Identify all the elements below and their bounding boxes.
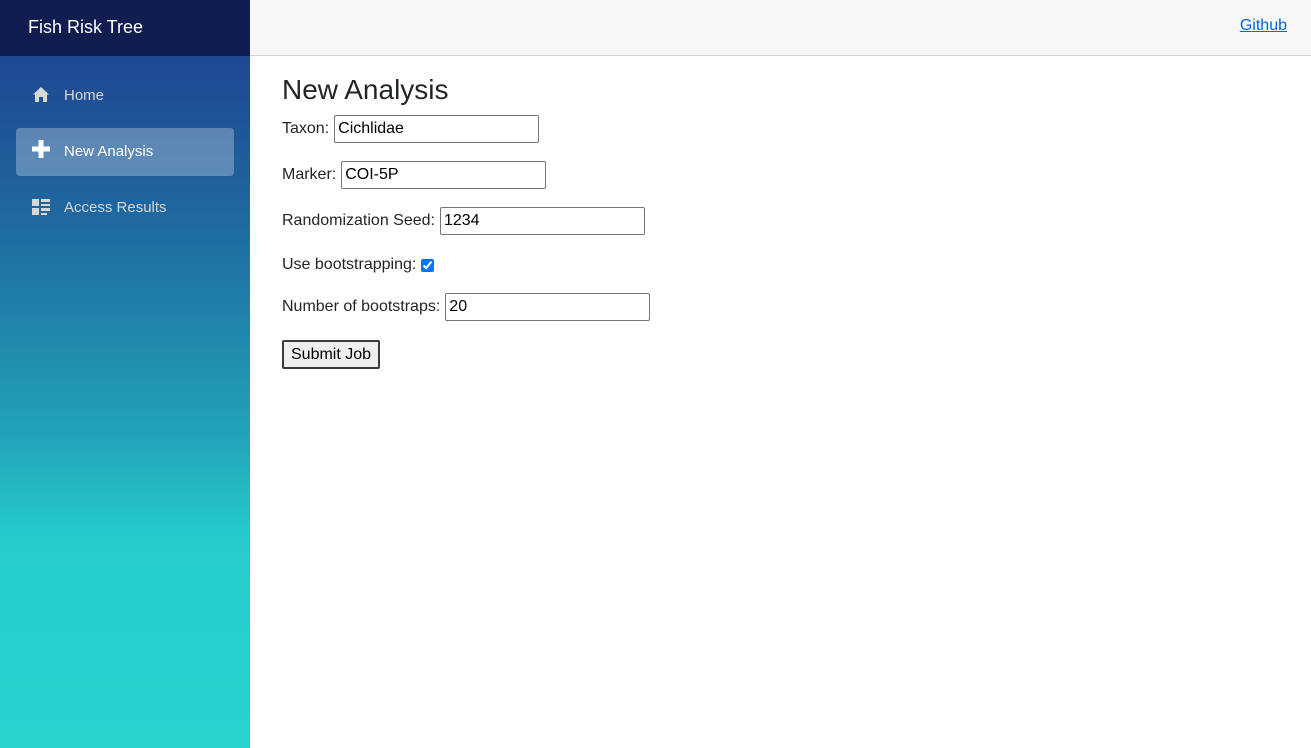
taxon-input[interactable]: [334, 115, 540, 143]
marker-label: Marker:: [282, 166, 337, 183]
list-icon: [32, 198, 50, 216]
sidebar-item-label: Access Results: [64, 199, 167, 216]
plus-icon: [32, 140, 50, 158]
github-link[interactable]: Github: [1240, 17, 1287, 35]
seed-row: Randomization Seed:: [282, 207, 645, 235]
home-icon: [32, 86, 50, 104]
taxon-row: Taxon:: [282, 115, 540, 143]
page-title: New Analysis: [282, 74, 449, 105]
sidebar: Fish Risk Tree Home New Analysis Access …: [0, 0, 250, 748]
main-content: New Analysis Taxon: Marker: Randomizatio…: [282, 70, 1282, 369]
sidebar-item-access-results[interactable]: Access Results: [16, 184, 234, 232]
submit-job-button[interactable]: Submit Job: [282, 340, 381, 369]
brand-link[interactable]: Fish Risk Tree: [28, 16, 143, 38]
bootstraps-row: Number of bootstraps:: [282, 293, 651, 321]
num-bootstraps-label: Number of bootstraps:: [282, 298, 441, 315]
sidebar-nav: Home New Analysis Access Results: [16, 72, 234, 240]
taxon-label: Taxon:: [282, 120, 330, 137]
sidebar-item-home[interactable]: Home: [16, 72, 234, 120]
num-bootstraps-input[interactable]: [445, 293, 651, 321]
bootstrapping-checkbox[interactable]: [421, 258, 435, 272]
sidebar-item-label: Home: [64, 87, 105, 104]
sidebar-item-label: New Analysis: [64, 143, 154, 160]
marker-input[interactable]: [341, 161, 547, 189]
seed-label: Randomization Seed:: [282, 212, 435, 229]
marker-row: Marker:: [282, 161, 547, 189]
app-root: Fish Risk Tree Home New Analysis Access …: [0, 0, 1311, 748]
sidebar-item-new-analysis[interactable]: New Analysis: [16, 128, 234, 176]
top-row: Github: [250, 0, 1311, 56]
seed-input[interactable]: [439, 207, 645, 235]
bootstrapping-label: Use bootstrapping:: [282, 256, 417, 273]
bootstrapping-row: Use bootstrapping:: [282, 255, 435, 275]
brand-bar: Fish Risk Tree: [0, 0, 250, 56]
